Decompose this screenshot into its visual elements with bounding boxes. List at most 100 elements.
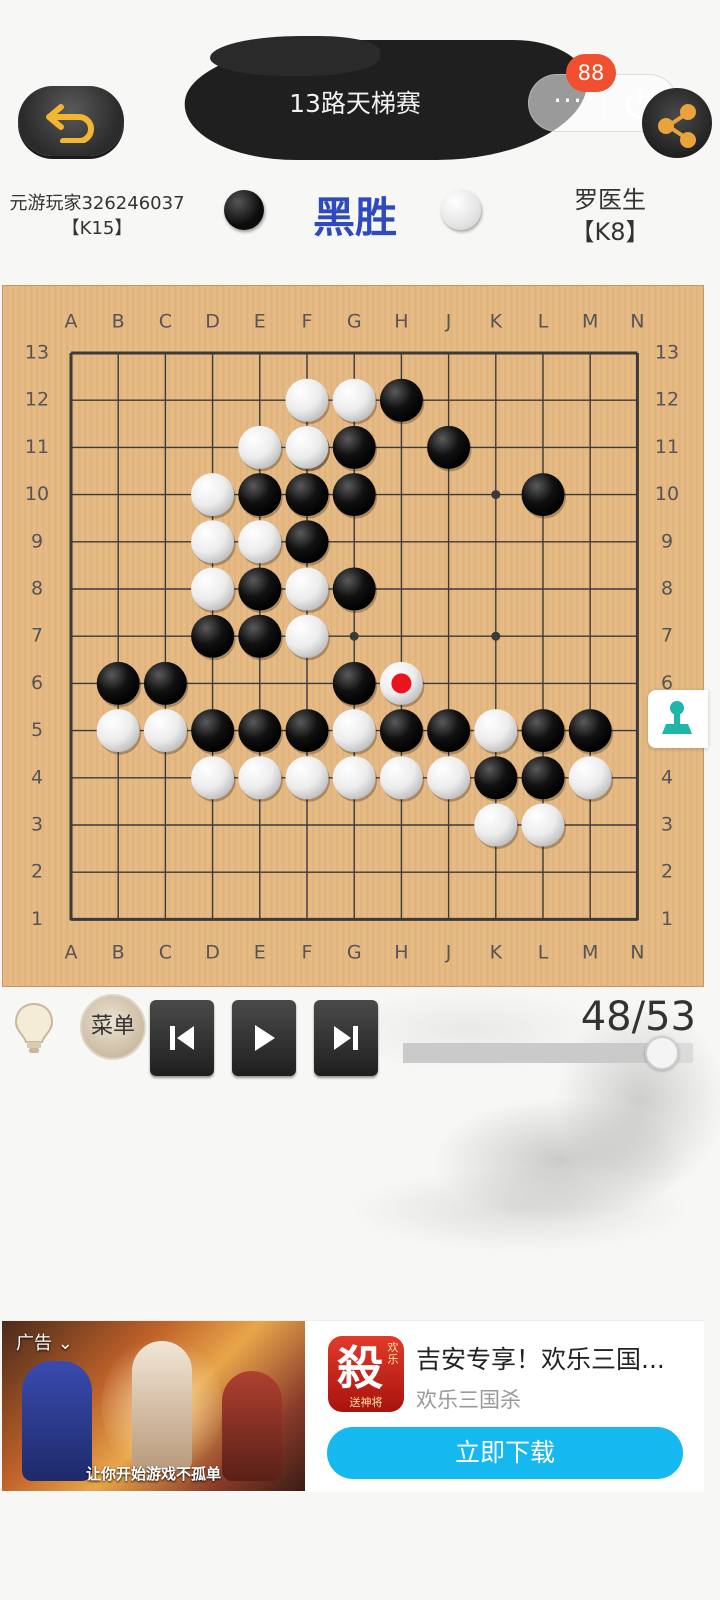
move-counter: 48/53 [580,994,696,1040]
black-stone [238,567,282,611]
white-stone [332,378,376,422]
column-label-top: D [205,311,220,333]
black-stone [521,756,565,800]
white-stone [191,473,235,517]
white-stone [474,803,518,847]
white-stone [332,756,376,800]
back-button[interactable] [18,86,124,156]
share-button[interactable] [642,88,712,158]
chevron-down-icon: ⌄ [57,1333,73,1354]
white-stone [568,756,612,800]
white-stone [238,756,282,800]
white-stone [191,520,235,564]
column-label-bottom: J [445,942,452,964]
white-stone [285,614,329,658]
column-label-top: E [254,311,266,333]
last-move-marker [391,673,412,694]
white-stone [332,709,376,753]
column-label-top: C [159,311,172,333]
white-stone [521,803,565,847]
menu-button[interactable]: 菜单 [80,994,146,1060]
move-slider-thumb[interactable] [644,1036,679,1070]
row-label-left: 1 [31,908,43,930]
black-stone [379,709,423,753]
black-stone [521,709,565,753]
row-label-left: 6 [31,672,43,694]
column-label-top: K [490,311,503,333]
black-player-name: 元游玩家326246037 [9,193,185,214]
ad-title[interactable]: 吉安专享！欢乐三国... [416,1340,696,1376]
column-label-bottom: C [159,942,172,964]
black-player-rank: 【K15】 [61,218,133,239]
row-label-left: 5 [31,719,43,741]
column-label-top: J [445,311,452,333]
first-move-button[interactable] [150,1000,214,1076]
black-stone [332,473,376,517]
row-label-right: 11 [655,436,679,458]
black-stone [332,661,376,705]
column-label-bottom: E [254,942,266,964]
black-stone [332,425,376,469]
ad-logo-side-text: 欢乐 [387,1341,399,1366]
play-button[interactable] [232,1000,296,1076]
black-stone [521,473,565,517]
black-stone [427,709,471,753]
column-label-bottom: F [302,942,313,964]
black-stone [96,661,140,705]
row-label-left: 13 [25,342,49,364]
white-stone [427,756,471,800]
hint-bulb-icon[interactable] [12,1000,56,1056]
ad-app-logo[interactable]: 殺 欢乐 送神将 [328,1336,404,1412]
side-tool-button[interactable] [648,690,708,748]
row-label-right: 13 [655,342,679,364]
row-label-left: 11 [25,436,49,458]
black-stone [191,614,235,658]
black-stone [238,473,282,517]
row-label-right: 7 [661,625,673,647]
white-stone [96,709,140,753]
black-stone [143,661,187,705]
white-stone-indicator [441,190,481,230]
row-label-right: 9 [661,530,673,552]
white-player-name: 罗医生 [574,186,646,214]
black-stone [379,378,423,422]
column-label-top: N [630,311,644,333]
column-label-top: H [394,311,408,333]
board-grid[interactable]: AABBCCDDEEFFGGHHJJKKLLMMNN13 1312 1211 1110… [3,286,705,988]
last-move-button[interactable] [314,1000,378,1076]
column-label-bottom: H [394,942,408,964]
black-stone [474,756,518,800]
column-label-top: M [582,311,598,333]
column-label-top: B [112,311,125,333]
ad-hero-figure-blue [22,1361,92,1481]
row-label-right: 2 [661,861,673,883]
black-stone [332,567,376,611]
row-label-right: 8 [661,578,673,600]
white-stone [285,378,329,422]
white-stone [143,709,187,753]
ad-image-caption: 让你开始游戏不孤单 [86,1465,222,1483]
share-icon [658,104,696,148]
ad-logo-small-text: 送神将 [349,1396,383,1409]
white-player-rank: 【K8】 [570,218,650,246]
column-label-top: A [65,311,78,333]
column-label-bottom: M [582,942,598,964]
white-stone [379,756,423,800]
row-label-left: 12 [25,389,49,411]
white-stone [285,756,329,800]
white-stone [238,425,282,469]
column-label-bottom: A [65,942,78,964]
black-stone [285,709,329,753]
download-button[interactable]: 立即下载 [327,1427,683,1479]
row-label-right: 4 [661,766,673,788]
column-label-top: L [538,311,549,333]
first-move-icon [170,1026,194,1050]
ad-tag[interactable]: 广告 ⌄ [16,1329,73,1355]
star-point [491,631,501,641]
ad-image[interactable]: 广告 ⌄ 让你开始游戏不孤单 [2,1321,305,1491]
black-stone [285,473,329,517]
play-icon [255,1025,275,1051]
ad-tag-label: 广告 [16,1333,52,1354]
ad-subtitle: 欢乐三国杀 [416,1388,521,1412]
go-board[interactable]: A A B B C C D D E E F F G G H H J J K K L L M M N N 13 13 12 12 11 11 10… [2,285,704,987]
